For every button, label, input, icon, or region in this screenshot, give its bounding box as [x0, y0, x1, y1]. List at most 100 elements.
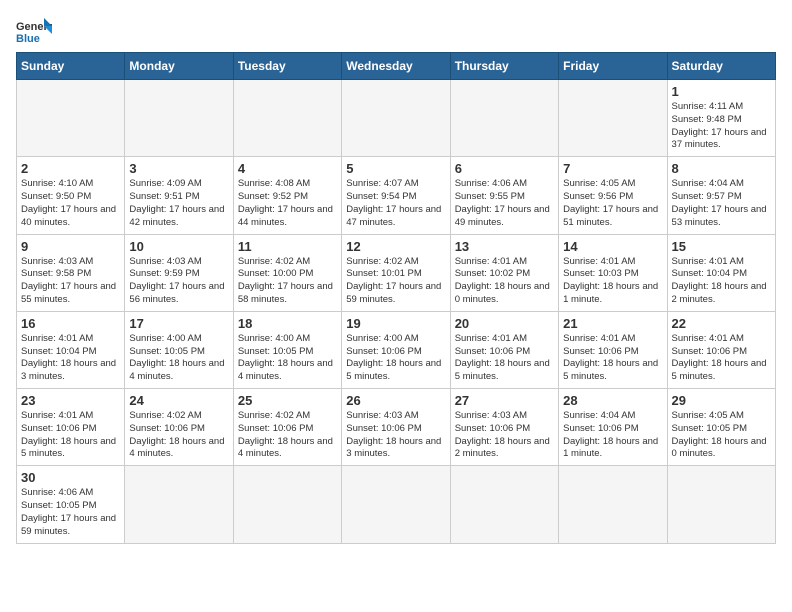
day-info: Sunrise: 4:01 AM Sunset: 10:06 PM Daylig… — [455, 333, 554, 384]
calendar-week-row: 1 Sunrise: 4:11 AM Sunset: 9:48 PM Daylig… — [17, 80, 776, 157]
day-info: Sunrise: 4:05 AM Sunset: 9:56 PM Dayligh… — [563, 178, 662, 229]
calendar-cell — [450, 466, 558, 543]
day-info: Sunrise: 4:10 AM Sunset: 9:50 PM Dayligh… — [21, 178, 120, 229]
day-number: 30 — [21, 470, 120, 485]
day-number: 8 — [672, 161, 771, 176]
day-info: Sunrise: 4:03 AM Sunset: 9:59 PM Dayligh… — [129, 256, 228, 307]
day-info: Sunrise: 4:09 AM Sunset: 9:51 PM Dayligh… — [129, 178, 228, 229]
calendar-cell: 3Sunrise: 4:09 AM Sunset: 9:51 PM Daylig… — [125, 157, 233, 234]
header: General Blue — [16, 16, 776, 44]
calendar-cell: 19Sunrise: 4:00 AM Sunset: 10:06 PM Dayl… — [342, 311, 450, 388]
weekday-header-thursday: Thursday — [450, 53, 558, 80]
day-info: Sunrise: 4:03 AM Sunset: 10:06 PM Daylig… — [455, 410, 554, 461]
weekday-header-friday: Friday — [559, 53, 667, 80]
calendar-cell: 18 Sunrise: 4:00 AM Sunset: 10:05 PM Dayl… — [233, 311, 341, 388]
svg-text:Blue: Blue — [16, 33, 40, 44]
day-info: Sunrise: 4:11 AM Sunset: 9:48 PM Dayligh… — [672, 101, 771, 152]
weekday-header-monday: Monday — [125, 53, 233, 80]
calendar-cell: 1 Sunrise: 4:11 AM Sunset: 9:48 PM Daylig… — [667, 80, 775, 157]
day-number: 14 — [563, 239, 662, 254]
weekday-header-wednesday: Wednesday — [342, 53, 450, 80]
calendar-cell — [125, 466, 233, 543]
day-number: 17 — [129, 316, 228, 331]
calendar-cell: 26 Sunrise: 4:03 AM Sunset: 10:06 PM Dayl… — [342, 389, 450, 466]
calendar-cell — [559, 80, 667, 157]
calendar-cell: 9 Sunrise: 4:03 AM Sunset: 9:58 PM Daylig… — [17, 234, 125, 311]
day-info: Sunrise: 4:01 AM Sunset: 10:04 PM Daylig… — [672, 256, 771, 307]
day-number: 4 — [238, 161, 337, 176]
day-number: 1 — [672, 84, 771, 99]
day-info: Sunrise: 4:06 AM Sunset: 10:05 PM Daylig… — [21, 487, 120, 538]
day-number: 16 — [21, 316, 120, 331]
day-number: 26 — [346, 393, 445, 408]
calendar-cell: 22 Sunrise: 4:01 AM Sunset: 10:06 PM Dayl… — [667, 311, 775, 388]
calendar-cell: 23Sunrise: 4:01 AM Sunset: 10:06 PM Dayl… — [17, 389, 125, 466]
day-info: Sunrise: 4:01 AM Sunset: 10:04 PM Daylig… — [21, 333, 120, 384]
weekday-header-tuesday: Tuesday — [233, 53, 341, 80]
calendar-cell: 8 Sunrise: 4:04 AM Sunset: 9:57 PM Daylig… — [667, 157, 775, 234]
day-number: 20 — [455, 316, 554, 331]
calendar-cell: 24 Sunrise: 4:02 AM Sunset: 10:06 PM Dayl… — [125, 389, 233, 466]
day-number: 18 — [238, 316, 337, 331]
day-info: Sunrise: 4:04 AM Sunset: 9:57 PM Dayligh… — [672, 178, 771, 229]
calendar-cell: 30 Sunrise: 4:06 AM Sunset: 10:05 PM Dayl… — [17, 466, 125, 543]
calendar-cell: 5 Sunrise: 4:07 AM Sunset: 9:54 PM Daylig… — [342, 157, 450, 234]
calendar-cell: 13 Sunrise: 4:01 AM Sunset: 10:02 PM Dayl… — [450, 234, 558, 311]
day-info: Sunrise: 4:05 AM Sunset: 10:05 PM Daylig… — [672, 410, 771, 461]
day-number: 24 — [129, 393, 228, 408]
calendar-cell: 7 Sunrise: 4:05 AM Sunset: 9:56 PM Daylig… — [559, 157, 667, 234]
calendar-cell: 2 Sunrise: 4:10 AM Sunset: 9:50 PM Daylig… — [17, 157, 125, 234]
day-info: Sunrise: 4:00 AM Sunset: 10:05 PM Daylig… — [238, 333, 337, 384]
weekday-header-saturday: Saturday — [667, 53, 775, 80]
calendar-week-row: 23Sunrise: 4:01 AM Sunset: 10:06 PM Dayl… — [17, 389, 776, 466]
day-number: 25 — [238, 393, 337, 408]
day-number: 22 — [672, 316, 771, 331]
day-number: 23 — [21, 393, 120, 408]
day-info: Sunrise: 4:08 AM Sunset: 9:52 PM Dayligh… — [238, 178, 337, 229]
day-number: 10 — [129, 239, 228, 254]
calendar-body: 1 Sunrise: 4:11 AM Sunset: 9:48 PM Daylig… — [17, 80, 776, 544]
calendar-cell — [667, 466, 775, 543]
calendar-cell: 6Sunrise: 4:06 AM Sunset: 9:55 PM Daylig… — [450, 157, 558, 234]
day-info: Sunrise: 4:02 AM Sunset: 10:06 PM Daylig… — [129, 410, 228, 461]
day-number: 11 — [238, 239, 337, 254]
day-number: 6 — [455, 161, 554, 176]
day-info: Sunrise: 4:03 AM Sunset: 10:06 PM Daylig… — [346, 410, 445, 461]
day-number: 29 — [672, 393, 771, 408]
day-number: 13 — [455, 239, 554, 254]
day-number: 9 — [21, 239, 120, 254]
day-number: 27 — [455, 393, 554, 408]
day-number: 12 — [346, 239, 445, 254]
calendar-cell: 17 Sunrise: 4:00 AM Sunset: 10:05 PM Dayl… — [125, 311, 233, 388]
calendar-cell — [342, 80, 450, 157]
calendar-cell — [125, 80, 233, 157]
day-info: Sunrise: 4:02 AM Sunset: 10:06 PM Daylig… — [238, 410, 337, 461]
calendar-cell: 4 Sunrise: 4:08 AM Sunset: 9:52 PM Daylig… — [233, 157, 341, 234]
calendar-cell — [450, 80, 558, 157]
calendar-week-row: 2 Sunrise: 4:10 AM Sunset: 9:50 PM Daylig… — [17, 157, 776, 234]
calendar-cell: 16 Sunrise: 4:01 AM Sunset: 10:04 PM Dayl… — [17, 311, 125, 388]
calendar-table: SundayMondayTuesdayWednesdayThursdayFrid… — [16, 52, 776, 544]
day-number: 2 — [21, 161, 120, 176]
calendar-cell: 15 Sunrise: 4:01 AM Sunset: 10:04 PM Dayl… — [667, 234, 775, 311]
calendar-cell — [17, 80, 125, 157]
calendar-cell: 11 Sunrise: 4:02 AM Sunset: 10:00 PM Dayl… — [233, 234, 341, 311]
day-info: Sunrise: 4:02 AM Sunset: 10:00 PM Daylig… — [238, 256, 337, 307]
calendar-cell: 27 Sunrise: 4:03 AM Sunset: 10:06 PM Dayl… — [450, 389, 558, 466]
calendar-week-row: 30 Sunrise: 4:06 AM Sunset: 10:05 PM Dayl… — [17, 466, 776, 543]
day-number: 7 — [563, 161, 662, 176]
logo: General Blue — [16, 16, 52, 44]
day-info: Sunrise: 4:03 AM Sunset: 9:58 PM Dayligh… — [21, 256, 120, 307]
day-number: 19 — [346, 316, 445, 331]
day-number: 5 — [346, 161, 445, 176]
calendar-week-row: 16 Sunrise: 4:01 AM Sunset: 10:04 PM Dayl… — [17, 311, 776, 388]
calendar-cell: 10 Sunrise: 4:03 AM Sunset: 9:59 PM Dayli… — [125, 234, 233, 311]
calendar-cell — [559, 466, 667, 543]
day-number: 15 — [672, 239, 771, 254]
calendar-cell: 25 Sunrise: 4:02 AM Sunset: 10:06 PM Dayl… — [233, 389, 341, 466]
day-info: Sunrise: 4:00 AM Sunset: 10:05 PM Daylig… — [129, 333, 228, 384]
day-info: Sunrise: 4:07 AM Sunset: 9:54 PM Dayligh… — [346, 178, 445, 229]
day-info: Sunrise: 4:01 AM Sunset: 10:06 PM Daylig… — [672, 333, 771, 384]
day-info: Sunrise: 4:01 AM Sunset: 10:02 PM Daylig… — [455, 256, 554, 307]
calendar-cell — [342, 466, 450, 543]
